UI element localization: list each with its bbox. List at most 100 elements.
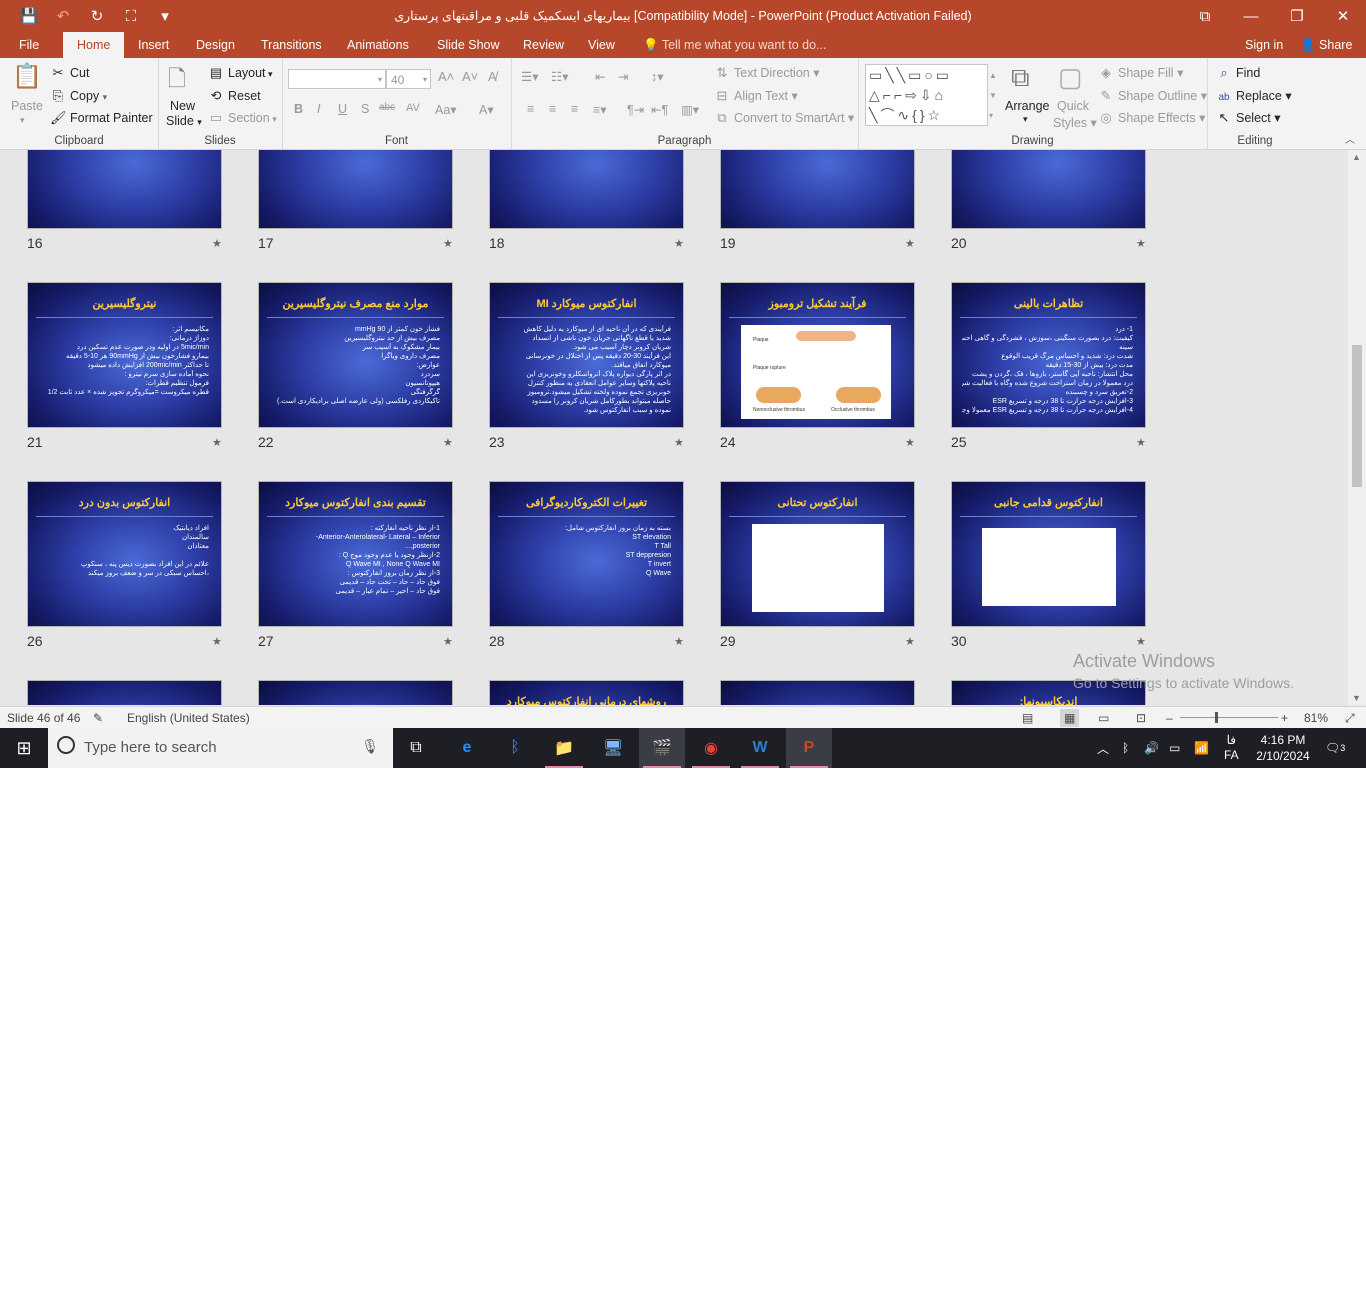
decrease-indent-icon[interactable]: ⇤	[595, 69, 605, 84]
tell-me-search[interactable]: 💡 Tell me what you want to do...	[643, 32, 826, 58]
ribbon-display-options-icon[interactable]: ⧉	[1182, 0, 1228, 32]
tab-review[interactable]: Review	[523, 32, 564, 58]
word-icon[interactable]: W	[737, 728, 783, 768]
animation-star-icon[interactable]: ★	[443, 635, 453, 648]
sign-in-link[interactable]: Sign in	[1245, 32, 1283, 58]
character-spacing-icon[interactable]: AV	[406, 102, 420, 114]
bold-icon[interactable]: B	[294, 102, 303, 116]
shape-fill-button[interactable]: ◈ Shape Fill ▾	[1098, 65, 1183, 81]
animation-star-icon[interactable]: ★	[212, 237, 222, 250]
paste-button[interactable]: Paste	[11, 99, 43, 113]
tab-transitions[interactable]: Transitions	[261, 32, 322, 58]
justify-icon[interactable]: ≡▾	[593, 102, 607, 117]
bullets-icon[interactable]: ☰▾	[521, 69, 538, 84]
volume-icon[interactable]: 🔊	[1144, 728, 1159, 768]
rtl-icon[interactable]: ¶⇥	[627, 102, 644, 117]
windows-start-icon[interactable]: ⊞	[0, 728, 48, 768]
show-hidden-icons[interactable]: ︿	[1097, 728, 1109, 768]
zoom-slider-track[interactable]	[1180, 717, 1278, 718]
format-painter-button[interactable]: 🖌 Format Painter	[50, 110, 153, 126]
shapes-gallery[interactable]: ▭╲╲▭○▭ △⌐⌐⇨⇩⌂ ╲⌒∿{}☆	[865, 64, 988, 126]
slide-thumbnail[interactable]: روشهای درمانی انفارکتوس میوکارد	[489, 680, 684, 705]
grow-font-icon[interactable]: A˄	[438, 69, 454, 84]
language-status[interactable]: English (United States)	[127, 711, 250, 725]
line-spacing-icon[interactable]: ↕▾	[651, 69, 664, 84]
arrange-icon[interactable]: ⧉	[1011, 62, 1030, 94]
file-explorer-icon[interactable]: 📁	[541, 728, 587, 768]
arrange-dropdown-icon[interactable]: ▾	[1023, 114, 1028, 125]
animation-star-icon[interactable]: ★	[212, 635, 222, 648]
align-text-button[interactable]: ⊟ Align Text ▾	[714, 88, 798, 104]
new-slide-icon[interactable]: 🗋	[168, 62, 186, 100]
layout-button[interactable]: ▤ Layout ▾	[208, 65, 273, 81]
clock[interactable]: 4:16 PM 2/10/2024	[1255, 728, 1311, 768]
slide-thumbnail[interactable]: فرآیند تشکیل ترومبوز Plaque Plaque rupture…	[720, 282, 915, 428]
share-button[interactable]: 👤 Share	[1300, 32, 1352, 58]
animation-star-icon[interactable]: ★	[1136, 436, 1146, 449]
slide-thumbnail[interactable]: 2-افزایش خونرسانی به میوکارداکسیژن درمان…	[720, 150, 915, 229]
chrome-icon[interactable]: ◉	[688, 728, 734, 768]
slide-thumbnail[interactable]: T invertPoor R Prograation	[489, 150, 684, 229]
scrollbar-thumb[interactable]	[1352, 345, 1362, 487]
tab-design[interactable]: Design	[196, 32, 235, 58]
redo-icon[interactable]: ↻	[82, 4, 112, 28]
align-right-icon[interactable]: ≡	[571, 102, 578, 116]
animation-star-icon[interactable]: ★	[443, 436, 453, 449]
shape-outline-button[interactable]: ✎ Shape Outline ▾	[1098, 88, 1207, 104]
minimize-button[interactable]: —	[1228, 0, 1274, 32]
slide-thumbnail[interactable]: دیس پنهانتشار درد به هر دو بازودرد سایر …	[27, 150, 222, 229]
network-icon[interactable]: 📶	[1194, 728, 1209, 768]
find-button[interactable]: ⌕ Find	[1216, 65, 1260, 81]
animation-star-icon[interactable]: ★	[674, 436, 684, 449]
slide-sorter-view[interactable]: دیس پنهانتشار درد به هر دو بازودرد سایر …	[0, 150, 1348, 705]
video-app-icon[interactable]: 🎬	[639, 728, 685, 768]
action-center-icon[interactable]: 🗨 3	[1325, 728, 1345, 768]
slide-thumbnail[interactable]: انفارکتوس تحتانی	[720, 481, 915, 627]
taskbar-search-box[interactable]: Type here to search 🎙	[48, 728, 393, 768]
spellcheck-icon[interactable]: ✎	[93, 711, 103, 725]
convert-smartart-button[interactable]: ⧉ Convert to SmartArt ▾	[714, 110, 854, 126]
quick-styles-button[interactable]: Styles ▾	[1053, 115, 1097, 130]
slide-thumbnail[interactable]: تست های ورزشیاکوکاردیوگرافیاسکن قلبکاتتر…	[258, 150, 453, 229]
slide-thumbnail[interactable]: تغییرات الکتروکاردیوگرافی بسته به زمان بر…	[489, 481, 684, 627]
powerpoint-icon[interactable]: P	[786, 728, 832, 768]
copy-button[interactable]: ⎘ Copy ▾	[50, 88, 107, 104]
close-button[interactable]: ✕	[1320, 0, 1366, 32]
quick-styles-icon[interactable]: ▢	[1058, 62, 1083, 93]
new-slide-label-1[interactable]: New	[170, 99, 195, 113]
shape-effects-button[interactable]: ◎ Shape Effects ▾	[1098, 110, 1205, 126]
quick-styles-label-1[interactable]: Quick	[1057, 99, 1089, 113]
strikethrough-icon[interactable]: abc	[379, 102, 395, 113]
present-from-start-icon[interactable]: ⛶	[116, 4, 146, 28]
new-slide-button[interactable]: Slide ▾	[166, 114, 202, 128]
bluetooth-app-icon[interactable]: ᛒ	[492, 728, 538, 768]
slide-thumbnail[interactable]	[258, 680, 453, 705]
text-direction-button[interactable]: ⇅ Text Direction ▾	[714, 65, 820, 81]
input-language[interactable]: فا FA	[1224, 728, 1239, 768]
change-case-icon[interactable]: Aa▾	[435, 102, 457, 117]
align-center-icon[interactable]: ≡	[549, 102, 556, 116]
columns-icon[interactable]: ▥▾	[681, 102, 699, 117]
arrange-button[interactable]: Arrange	[1005, 99, 1049, 113]
animation-star-icon[interactable]: ★	[1136, 635, 1146, 648]
tab-view[interactable]: View	[588, 32, 615, 58]
edge-icon[interactable]: e	[444, 728, 490, 768]
tab-file[interactable]: File	[19, 32, 39, 58]
animation-star-icon[interactable]: ★	[1136, 237, 1146, 250]
reading-view-icon[interactable]: ▭	[1098, 711, 1109, 725]
font-color-icon[interactable]: A▾	[479, 102, 494, 117]
increase-indent-icon[interactable]: ⇥	[618, 69, 628, 84]
computer-app-icon[interactable]: 🖥	[590, 728, 636, 768]
fit-to-window-icon[interactable]: ⤢	[1345, 711, 1355, 726]
font-name-box[interactable]: ▾	[288, 69, 386, 89]
reset-button[interactable]: ⟲ Reset	[208, 88, 261, 104]
microphone-icon[interactable]: 🎙	[361, 738, 379, 755]
slide-thumbnail[interactable]: انفارکتوس بدون درد افراد دیابتیک سالمندان م…	[27, 481, 222, 627]
ltr-icon[interactable]: ⇤¶	[651, 102, 668, 117]
slide-thumbnail[interactable]: آسپرین (آسامبل) ، دیپیریدامولACEI ، کاپت…	[951, 150, 1146, 229]
save-icon[interactable]: 💾	[14, 4, 44, 28]
text-shadow-icon[interactable]: S	[361, 102, 369, 116]
scroll-down-icon[interactable]: ▼	[1352, 693, 1361, 703]
shrink-font-icon[interactable]: A˅	[462, 69, 478, 84]
bluetooth-tray-icon[interactable]: ᛒ	[1122, 728, 1129, 768]
